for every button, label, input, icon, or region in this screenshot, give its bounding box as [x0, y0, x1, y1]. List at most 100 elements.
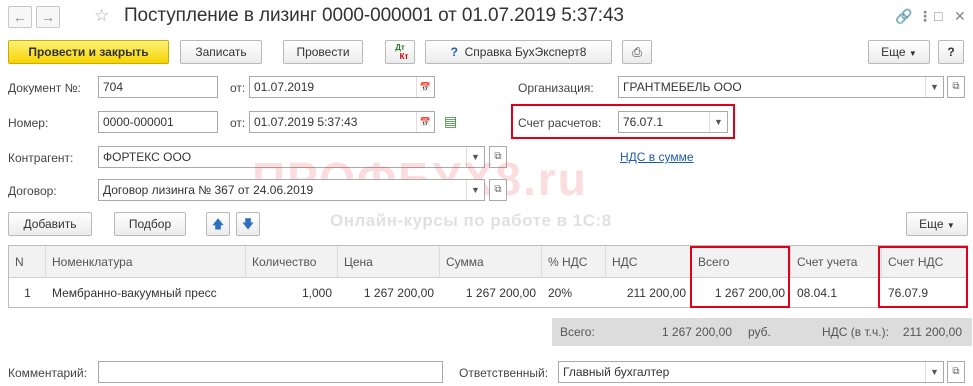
more-vertical-icon[interactable]: ⋮ — [918, 8, 932, 24]
arrow-right-icon: → — [41, 9, 55, 25]
comment-label: Комментарий: — [8, 366, 87, 380]
contractor-label: Контрагент: — [8, 151, 74, 165]
account-value: 76.07.1 — [623, 115, 664, 129]
printer-icon: ⎙ — [632, 45, 642, 59]
calendar-icon[interactable]: 📅 — [416, 77, 434, 97]
responsible-value: Главный бухгалтер — [563, 365, 670, 379]
responsible-label: Ответственный: — [459, 366, 549, 380]
open-contract-icon[interactable]: ⧉ — [489, 179, 507, 201]
post-button[interactable]: Провести — [283, 40, 363, 64]
maximize-icon[interactable]: □ — [934, 8, 942, 24]
more-button[interactable]: Еще ▼ — [868, 40, 930, 64]
dt-kt-button[interactable]: Дт Кт — [385, 40, 415, 64]
doc-date-label: от: — [230, 81, 246, 95]
col-sum[interactable]: Сумма — [440, 246, 542, 278]
link-icon[interactable]: 🔗 — [895, 8, 912, 24]
more-label: Еще — [881, 45, 906, 59]
doc-number-input[interactable]: 704 — [98, 76, 218, 98]
watermark-tagline: Онлайн-курсы по работе в 1С:8 — [330, 211, 612, 230]
cell-nomenclature[interactable]: Мембранно-вакуумный пресс — [46, 278, 246, 308]
chevron-down-icon[interactable]: ▼ — [925, 362, 943, 382]
save-button[interactable]: Записать — [180, 40, 262, 64]
chevron-down-icon: ▼ — [908, 49, 917, 58]
help-button[interactable]: ? Справка БухЭксперт8 — [425, 40, 612, 64]
question-icon: ? — [947, 45, 955, 59]
cell-price[interactable]: 1 267 200,00 — [338, 278, 440, 308]
cell-vat[interactable]: 211 200,00 — [606, 278, 692, 308]
move-down-button[interactable]: 🡇 — [236, 212, 260, 236]
cell-quantity[interactable]: 1,000 — [246, 278, 338, 308]
arrow-left-icon: ← — [13, 9, 27, 25]
move-up-button[interactable]: 🡅 — [206, 212, 230, 236]
cell-vat-account[interactable]: 76.07.9 — [882, 278, 968, 308]
col-nomenclature[interactable]: Номенклатура — [46, 246, 246, 278]
contractor-value: ФОРТЕКС ООО — [103, 150, 192, 164]
open-organization-icon[interactable]: ⧉ — [947, 76, 965, 98]
back-button[interactable]: ← — [8, 6, 32, 28]
total-label: Всего: — [560, 325, 595, 339]
number-date-input[interactable]: 01.07.2019 5:37:43 📅 — [249, 111, 435, 133]
contract-value: Договор лизинга № 367 от 24.06.2019 — [103, 183, 314, 197]
number-input[interactable]: 0000-000001 — [98, 111, 218, 133]
arrow-down-icon: 🡇 — [241, 217, 255, 231]
post-and-close-button[interactable]: Провести и закрыть — [8, 40, 169, 64]
cell-vat-rate[interactable]: 20% — [542, 278, 606, 308]
col-total[interactable]: Всего — [692, 246, 791, 278]
table-more-label: Еще — [919, 217, 944, 231]
comment-input[interactable] — [98, 361, 443, 383]
post-status-icon: ▤ — [444, 113, 458, 129]
favorite-star-icon[interactable]: ☆ — [94, 6, 109, 26]
col-vat[interactable]: НДС — [606, 246, 692, 278]
totals-footer: Всего: 1 267 200,00 руб. НДС (в т.ч.): 2… — [552, 318, 972, 346]
arrow-up-icon: 🡅 — [211, 217, 225, 231]
col-quantity[interactable]: Количество — [246, 246, 338, 278]
doc-date-value: 01.07.2019 — [254, 80, 315, 94]
organization-input[interactable]: ГРАНТМЕБЕЛЬ ООО ▼ — [618, 76, 944, 98]
open-responsible-icon[interactable]: ⧉ — [947, 361, 965, 383]
number-date-label: от: — [230, 116, 246, 130]
col-vat-rate[interactable]: % НДС — [542, 246, 606, 278]
goods-table: N Номенклатура Количество Цена Сумма % Н… — [8, 245, 968, 308]
calendar-icon[interactable]: 📅 — [416, 112, 434, 132]
currency-label: руб. — [748, 325, 771, 339]
chevron-down-icon: ▼ — [946, 221, 955, 230]
add-row-button[interactable]: Добавить — [8, 212, 92, 236]
select-button[interactable]: Подбор — [114, 212, 186, 236]
col-price[interactable]: Цена — [338, 246, 440, 278]
cell-total[interactable]: 1 267 200,00 — [692, 278, 791, 308]
organization-value: ГРАНТМЕБЕЛЬ ООО — [623, 80, 742, 94]
account-input[interactable]: 76.07.1 ▼ — [618, 111, 728, 133]
dt-label: Дт — [395, 43, 405, 52]
page-title: Поступление в лизинг 0000-000001 от 01.0… — [124, 5, 624, 26]
contract-label: Договор: — [8, 184, 57, 198]
cell-account[interactable]: 08.04.1 — [791, 278, 882, 308]
vat-mode-link[interactable]: НДС в сумме — [620, 150, 694, 164]
cell-n[interactable]: 1 — [9, 278, 46, 308]
contract-input[interactable]: Договор лизинга № 367 от 24.06.2019 ▼ — [98, 179, 485, 201]
print-button[interactable]: ⎙ — [622, 40, 652, 64]
vat-total-value: 211 200,00 — [902, 325, 962, 339]
col-vat-account[interactable]: Счет НДС — [882, 246, 968, 278]
number-date-value: 01.07.2019 5:37:43 — [254, 115, 358, 129]
cell-sum[interactable]: 1 267 200,00 — [440, 278, 542, 308]
help-icon: ? — [450, 45, 458, 59]
doc-number-label: Документ №: — [8, 81, 81, 95]
number-label: Номер: — [8, 116, 49, 130]
responsible-input[interactable]: Главный бухгалтер ▼ — [558, 361, 944, 383]
total-value: 1 267 200,00 — [661, 325, 732, 339]
table-header: N Номенклатура Количество Цена Сумма % Н… — [9, 246, 967, 278]
forward-button[interactable]: → — [36, 6, 60, 28]
chevron-down-icon[interactable]: ▼ — [925, 77, 943, 97]
doc-date-input[interactable]: 01.07.2019 📅 — [249, 76, 435, 98]
help-label: Справка БухЭксперт8 — [464, 45, 587, 59]
account-label: Счет расчетов: — [518, 116, 602, 130]
table-more-button[interactable]: Еще ▼ — [906, 212, 968, 236]
organization-label: Организация: — [518, 81, 594, 95]
chevron-down-icon[interactable]: ▼ — [709, 112, 727, 132]
col-account[interactable]: Счет учета — [791, 246, 882, 278]
kt-label: Кт — [399, 52, 409, 61]
chevron-down-icon[interactable]: ▼ — [466, 180, 484, 200]
col-n[interactable]: N — [9, 246, 46, 278]
close-icon[interactable]: ✕ — [954, 8, 966, 24]
help-question-button[interactable]: ? — [938, 40, 964, 64]
